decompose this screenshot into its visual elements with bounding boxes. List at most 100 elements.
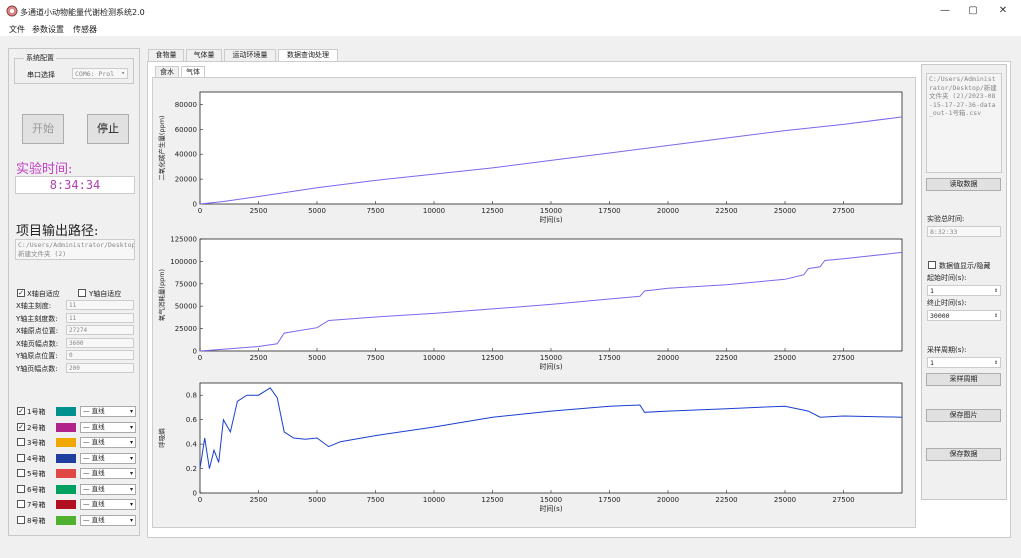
menu-file[interactable]: 文件 xyxy=(9,24,25,35)
y-tick-label: 0.4 xyxy=(186,441,198,449)
channel-checkbox[interactable] xyxy=(17,453,25,462)
x-axis-label: 时间(s) xyxy=(539,362,562,371)
line-style-select[interactable]: — 直线 ▾ xyxy=(80,452,136,464)
y-auto-checkbox[interactable] xyxy=(78,289,86,297)
app-icon xyxy=(6,5,18,17)
exp-time-label: 实验时间: xyxy=(16,162,73,177)
x-tick-label: 25000 xyxy=(774,207,796,215)
line-style-select[interactable]: — 直线 ▾ xyxy=(80,437,136,448)
x-tick-label: 0 xyxy=(198,207,202,215)
channel-color-swatch[interactable] xyxy=(56,422,76,432)
x-auto-checkbox[interactable]: ✓ xyxy=(17,289,25,297)
sample-period-button[interactable]: 采样周期 xyxy=(926,373,1001,386)
channel-checkbox[interactable] xyxy=(17,438,25,446)
axis-param-field[interactable]: 3600 xyxy=(66,337,134,348)
x-tick-label: 12500 xyxy=(481,496,503,504)
axis-param-field[interactable]: 11 xyxy=(66,312,134,323)
port-label: 串口选择 xyxy=(27,71,55,79)
output-path-label: 项目输出路径: xyxy=(16,224,99,239)
x-tick-label: 22500 xyxy=(715,354,737,362)
close-button[interactable]: ✕ xyxy=(996,4,1010,18)
x-tick-label: 20000 xyxy=(657,354,679,362)
line-style-select[interactable]: — 直线 ▾ xyxy=(80,406,136,417)
channel-checkbox[interactable] xyxy=(17,469,25,477)
read-data-button[interactable]: 读取数据 xyxy=(926,178,1001,191)
line-style-select[interactable]: — 直线 ▾ xyxy=(80,483,136,495)
end-time-spinner[interactable]: 30000 ⇕ xyxy=(927,310,1001,321)
line-style-select[interactable]: — 直线 ▾ xyxy=(80,421,136,433)
save-image-button[interactable]: 保存图片 xyxy=(926,409,1001,422)
period-spinner[interactable]: 1 ⇕ xyxy=(927,357,1001,368)
spinner-icon[interactable]: ⇕ xyxy=(994,311,998,319)
line-style-select[interactable]: — 直线 ▾ xyxy=(80,514,136,526)
axis-param-label: Y轴页幅点数: xyxy=(16,364,58,373)
chart-3: 0 0.2 0.4 0.6 0.8 0 2500 5000 7500 10000 12500 1500… xyxy=(157,382,903,513)
x-tick-label: 5000 xyxy=(308,207,326,215)
channel-color-swatch[interactable] xyxy=(56,500,76,509)
y-tick-label: 75000 xyxy=(175,280,197,288)
spinner-icon[interactable]: ⇕ xyxy=(994,358,998,366)
output-path-field[interactable]: C:/Users/Administrator/Desktop/新建文件夹 (2) xyxy=(15,239,135,260)
channel-color-swatch[interactable] xyxy=(56,407,76,416)
channel-checkbox[interactable] xyxy=(17,484,25,493)
channel-checkbox[interactable]: ✓ xyxy=(17,422,25,431)
spinner-icon[interactable]: ⇕ xyxy=(994,286,998,294)
x-tick-label: 12500 xyxy=(481,207,503,215)
channel-color-swatch[interactable] xyxy=(56,484,76,494)
start-time-spinner[interactable]: 1 ⇕ xyxy=(927,285,1001,296)
channel-label: 2号箱 xyxy=(27,423,46,432)
port-select[interactable]: COM6: Prol ▾ xyxy=(72,68,128,79)
display-toggle-checkbox[interactable] xyxy=(928,261,936,269)
exp-time-value: 8:34:34 xyxy=(15,176,135,194)
channel-label: 5号箱 xyxy=(27,470,46,478)
x-tick-label: 17500 xyxy=(598,207,620,215)
channel-checkbox[interactable] xyxy=(17,500,25,508)
channel-color-swatch[interactable] xyxy=(56,453,76,463)
y-tick-label: 20000 xyxy=(175,176,197,184)
chart-2: 0 25000 50000 75000 100000 125000 0 2500 5000 750… xyxy=(157,236,903,371)
channel-color-swatch[interactable] xyxy=(56,469,76,478)
y-tick-label: 50000 xyxy=(175,303,197,311)
channel-label: 4号箱 xyxy=(27,454,46,463)
chevron-down-icon: ▾ xyxy=(129,501,133,508)
y-axis-label: 氧气消耗量(ppm) xyxy=(157,269,166,321)
end-time-label: 终止时间(s): xyxy=(927,299,967,307)
axis-param-label: X轴主刻度: xyxy=(16,302,52,310)
total-time-label: 实验总时间: xyxy=(927,215,965,223)
channel-color-swatch[interactable] xyxy=(56,438,76,447)
window-title: 多通道小动物能量代谢检测系统2.0 xyxy=(20,8,145,17)
channel-color-swatch[interactable] xyxy=(56,515,76,525)
line-style-select[interactable]: — 直线 ▾ xyxy=(80,499,136,510)
y-tick-label: 60000 xyxy=(175,126,197,134)
line-style-select[interactable]: — 直线 ▾ xyxy=(80,468,136,479)
x-tick-label: 0 xyxy=(198,496,202,504)
plot-frame xyxy=(199,382,903,494)
y-auto-label: Y轴自适应 xyxy=(89,290,122,298)
save-data-button[interactable]: 保存数据 xyxy=(926,448,1001,461)
axis-param-field[interactable]: 0 xyxy=(66,350,134,360)
x-tick-label: 10000 xyxy=(423,354,445,362)
start-button[interactable]: 开始 xyxy=(22,114,64,144)
x-auto-label: X轴自适应 xyxy=(27,290,60,298)
file-path-field[interactable]: C:/Users/Administrator/Desktop/新建文件夹 (2)… xyxy=(926,73,1002,173)
channel-checkbox[interactable]: ✓ xyxy=(17,407,25,415)
axis-param-field[interactable]: 11 xyxy=(66,300,134,310)
x-tick-label: 5000 xyxy=(308,354,326,362)
chevron-down-icon: ▾ xyxy=(129,485,133,493)
menu-sensor[interactable]: 传感器 xyxy=(73,24,97,35)
stop-button[interactable]: 停止 xyxy=(87,114,129,144)
chevron-down-icon: ▾ xyxy=(129,516,133,524)
axis-param-label: Y轴主刻度数: xyxy=(16,314,58,323)
axis-param-field[interactable]: 200 xyxy=(66,362,134,373)
channel-checkbox[interactable] xyxy=(17,515,25,524)
axis-param-field[interactable]: 27274 xyxy=(66,325,134,335)
y-tick-label: 80000 xyxy=(175,101,197,109)
minimize-button[interactable]: — xyxy=(938,4,952,18)
chevron-down-icon: ▾ xyxy=(129,470,133,477)
chevron-down-icon: ▾ xyxy=(129,454,133,462)
menu-params[interactable]: 参数设置 xyxy=(32,24,64,35)
charts-area: 0 20000 40000 60000 80000 0 2500 5000 7500 10000 1… xyxy=(157,91,903,513)
maximize-button[interactable]: ▢ xyxy=(966,4,980,18)
chart-1: 0 20000 40000 60000 80000 0 2500 5000 7500 10000 1… xyxy=(157,91,903,224)
x-tick-label: 10000 xyxy=(423,207,445,215)
